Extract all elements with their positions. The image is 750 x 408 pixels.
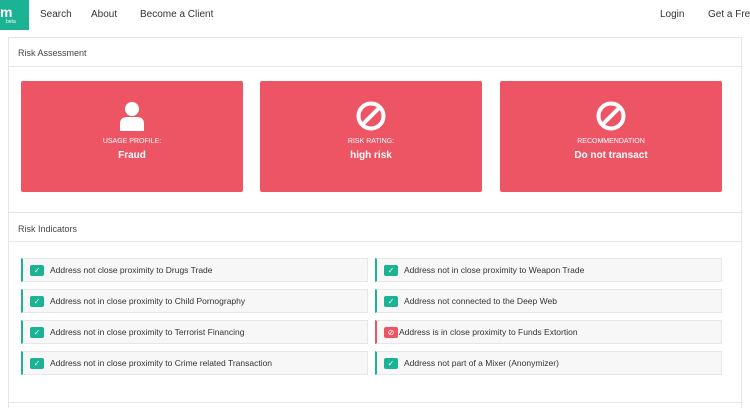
check-icon: ✓ (30, 296, 44, 307)
check-icon: ✓ (30, 358, 44, 369)
indicator-drugs-trade: ✓ Address not close proximity to Drugs T… (21, 258, 368, 282)
nav-search-link[interactable]: Search (40, 9, 72, 21)
check-icon: ✓ (30, 265, 44, 276)
card-label: USAGE PROFILE: (102, 138, 162, 145)
panel-divider (9, 402, 742, 403)
ban-icon: ⊘ (384, 327, 398, 338)
panel-divider (9, 241, 742, 242)
card-value: high risk (350, 150, 392, 161)
indicator-text: Address not in close proximity to Crime … (50, 358, 273, 368)
brand-logo[interactable]: m beta (0, 0, 29, 30)
risk-indicators-title: Risk Indicators (18, 224, 78, 234)
check-icon: ✓ (384, 265, 398, 276)
check-icon: ✓ (30, 327, 44, 338)
indicator-text: Address not connected to the Deep Web (404, 296, 557, 306)
indicator-child-pornography: ✓ Address not in close proximity to Chil… (21, 289, 368, 313)
nav-about-link[interactable]: About (91, 9, 117, 21)
card-label: RISK RATING: (347, 138, 395, 145)
indicator-text: Address not close proximity to Drugs Tra… (50, 265, 213, 275)
logo-letter: m (0, 4, 13, 20)
check-icon: ✓ (384, 296, 398, 307)
indicator-crime-transaction: ✓ Address not in close proximity to Crim… (21, 351, 368, 375)
indicator-text: Address not in close proximity to Child … (50, 296, 246, 306)
check-icon: ✓ (384, 358, 398, 369)
top-navbar: m beta Search About Become a Client Logi… (0, 0, 750, 30)
risk-rating-card: RISK RATING: high risk (260, 81, 482, 192)
indicator-text: Address is in close proximity to Funds E… (399, 327, 578, 337)
panel-divider (9, 66, 742, 67)
card-value: Fraud (118, 150, 146, 161)
indicator-text: Address not in close proximity to Weapon… (404, 265, 585, 275)
card-value: Do not transact (574, 150, 648, 161)
nav-get-free-link[interactable]: Get a Free (708, 9, 750, 21)
indicator-deep-web: ✓ Address not connected to the Deep Web (375, 289, 722, 313)
risk-assessment-title: Risk Assessment (18, 48, 87, 58)
indicator-mixer: ✓ Address not part of a Mixer (Anonymize… (375, 351, 722, 375)
user-icon (120, 102, 144, 131)
indicator-text: Address not in close proximity to Terror… (50, 327, 245, 337)
usage-profile-card: USAGE PROFILE: Fraud (21, 81, 243, 192)
recommendation-card: RECOMMENDATION Do not transact (500, 81, 722, 192)
nav-become-client-link[interactable]: Become a Client (140, 9, 213, 21)
indicator-terrorist-financing: ✓ Address not in close proximity to Terr… (21, 320, 368, 344)
ban-icon (356, 101, 386, 131)
card-label: RECOMMENDATION (577, 138, 645, 145)
ban-icon (596, 101, 626, 131)
beta-badge: beta (6, 19, 16, 25)
indicator-weapon-trade: ✓ Address not in close proximity to Weap… (375, 258, 722, 282)
indicator-text: Address not part of a Mixer (Anonymizer) (404, 358, 559, 368)
indicator-funds-extortion: ⊘ Address is in close proximity to Funds… (375, 320, 722, 344)
nav-login-link[interactable]: Login (660, 9, 684, 21)
